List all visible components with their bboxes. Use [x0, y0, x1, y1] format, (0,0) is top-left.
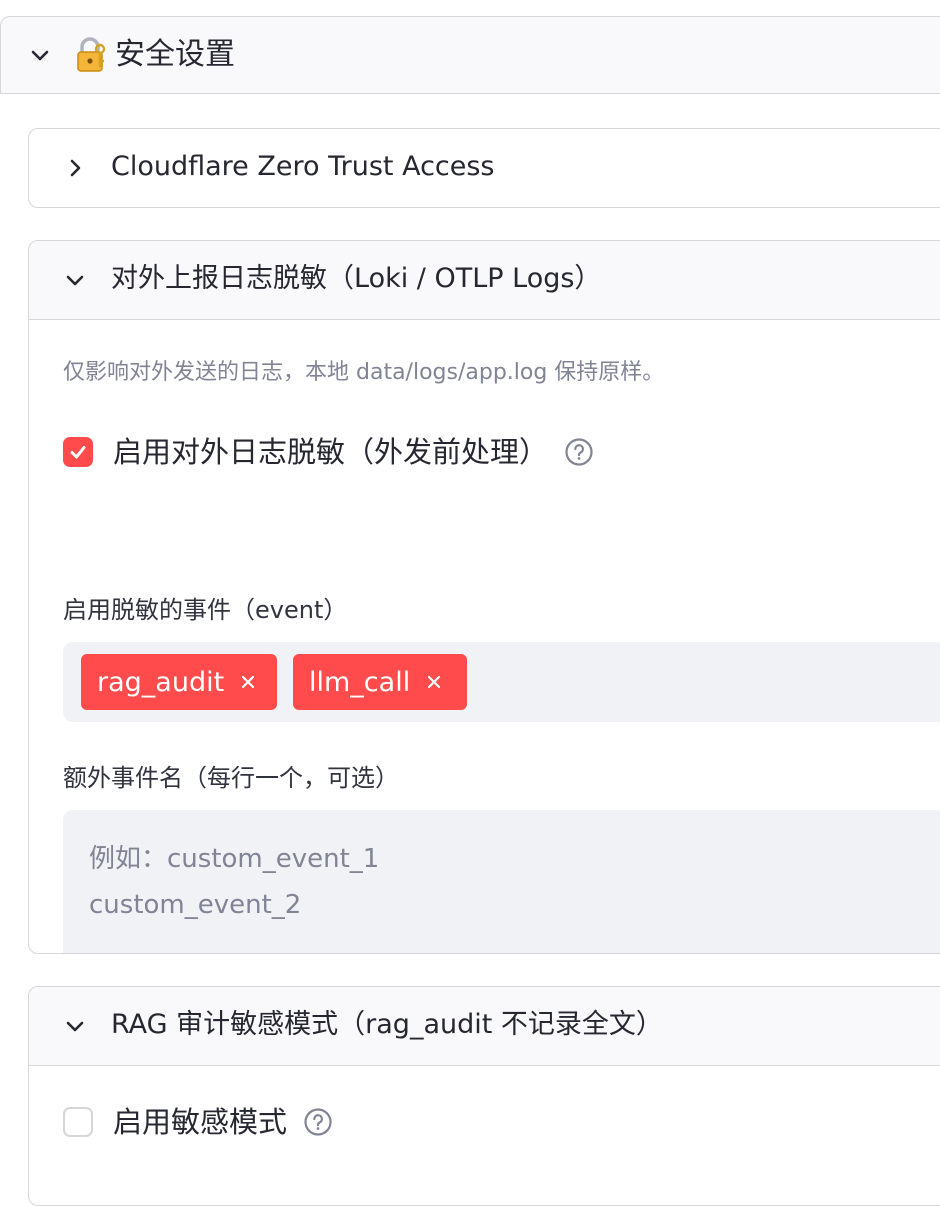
event-tag-rag-audit: rag_audit	[81, 654, 277, 710]
events-multiselect[interactable]: rag_audit llm_call	[63, 642, 940, 722]
chevron-right-icon	[65, 158, 85, 182]
rag-audit-header[interactable]: RAG 审计敏感模式（rag_audit 不记录全文）	[29, 987, 940, 1066]
security-settings-expander[interactable]: 安全设置	[0, 16, 940, 94]
log-masking-caption: 仅影响对外发送的日志，本地 data/logs/app.log 保持原样。	[63, 360, 665, 385]
lock-with-key-icon	[75, 37, 107, 73]
enable-log-masking-label: 启用对外日志脱敏（外发前处理）	[113, 435, 549, 469]
security-settings-title: 安全设置	[115, 37, 235, 72]
help-icon[interactable]	[564, 437, 594, 467]
remove-tag-icon[interactable]	[426, 674, 442, 690]
help-icon[interactable]	[303, 1107, 333, 1137]
remove-tag-icon[interactable]	[240, 674, 256, 690]
log-masking-expander: 对外上报日志脱敏（Loki / OTLP Logs） 仅影响对外发送的日志，本地…	[28, 240, 940, 954]
chevron-down-icon	[65, 270, 85, 294]
rag-audit-title: RAG 审计敏感模式（rag_audit 不记录全文）	[111, 1009, 663, 1040]
cloudflare-header[interactable]: Cloudflare Zero Trust Access	[29, 129, 940, 207]
extra-events-field-label: 额外事件名（每行一个，可选）	[63, 764, 399, 792]
enable-sensitive-mode-checkbox[interactable]: 启用敏感模式	[63, 1104, 333, 1140]
chevron-down-icon	[29, 45, 51, 71]
chevron-down-icon	[65, 1016, 85, 1040]
cloudflare-title: Cloudflare Zero Trust Access	[111, 151, 495, 182]
enable-sensitive-mode-label: 启用敏感模式	[113, 1105, 288, 1139]
event-tag-llm-call: llm_call	[293, 654, 467, 710]
cloudflare-expander[interactable]: Cloudflare Zero Trust Access	[28, 128, 940, 208]
tag-label: rag_audit	[97, 666, 225, 698]
enable-log-masking-checkbox[interactable]: 启用对外日志脱敏（外发前处理）	[63, 434, 594, 470]
log-masking-header[interactable]: 对外上报日志脱敏（Loki / OTLP Logs）	[29, 241, 940, 320]
rag-audit-expander: RAG 审计敏感模式（rag_audit 不记录全文） 启用敏感模式	[28, 986, 940, 1206]
tag-label: llm_call	[309, 666, 411, 698]
extra-events-textarea[interactable]: 例如：custom_event_1 custom_event_2	[63, 810, 940, 953]
events-field-label: 启用脱敏的事件（event）	[63, 596, 348, 624]
log-masking-title: 对外上报日志脱敏（Loki / OTLP Logs）	[111, 263, 602, 294]
checkbox-checked-icon[interactable]	[63, 437, 93, 467]
checkbox-unchecked-icon[interactable]	[63, 1107, 93, 1137]
